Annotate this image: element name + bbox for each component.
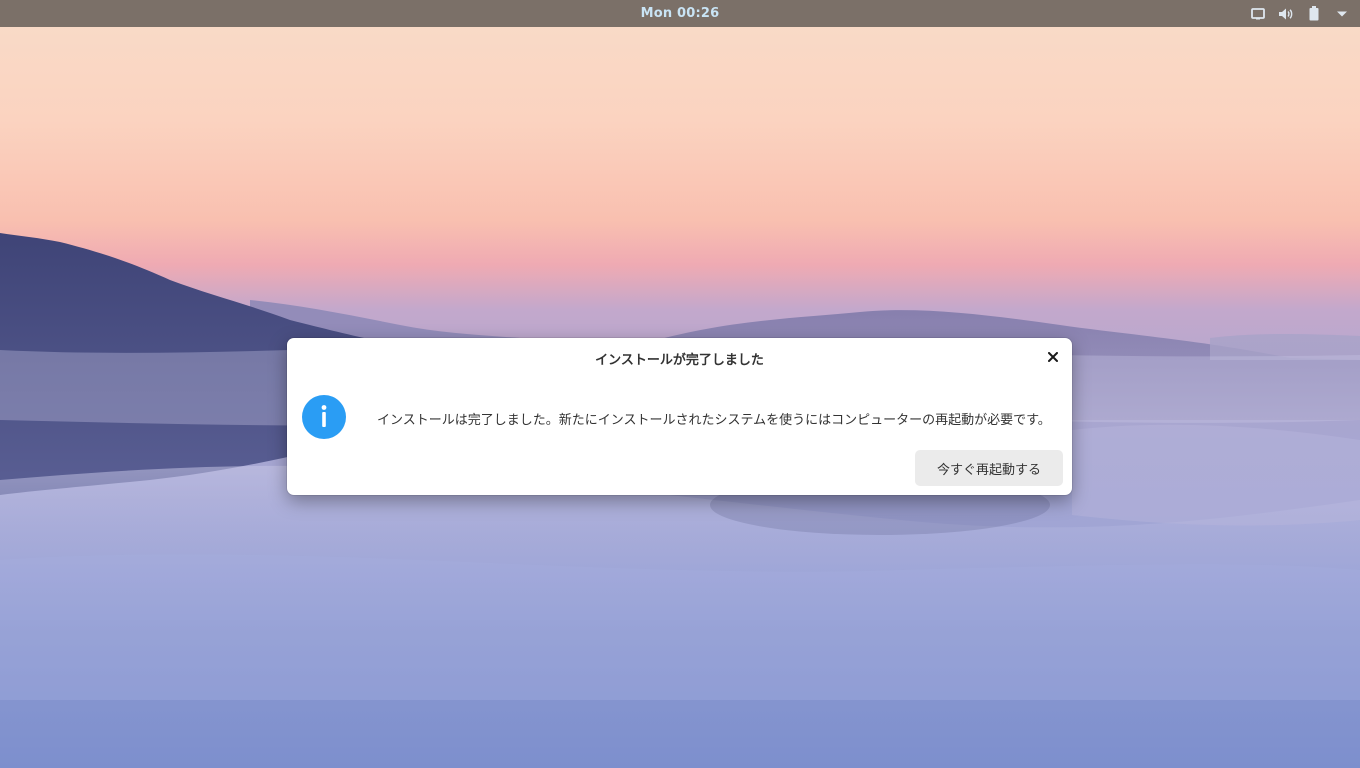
desktop-wallpaper: Mon 00:26 インストールが完了しました インストールは完了しました。新た… xyxy=(0,0,1360,768)
info-icon xyxy=(302,395,346,439)
clock[interactable]: Mon 00:26 xyxy=(0,0,1360,27)
display-icon[interactable] xyxy=(1250,6,1266,22)
dialog-message: インストールは完了しました。新たにインストールされたシステムを使うにはコンピュー… xyxy=(377,413,1051,428)
close-button[interactable] xyxy=(1044,348,1062,366)
install-complete-dialog: インストールが完了しました インストールは完了しました。新たにインストールされた… xyxy=(287,338,1072,495)
volume-icon[interactable] xyxy=(1278,6,1294,22)
top-panel: Mon 00:26 xyxy=(0,0,1360,27)
restart-now-button[interactable]: 今すぐ再起動する xyxy=(915,450,1063,486)
dialog-title: インストールが完了しました xyxy=(595,353,764,368)
close-icon xyxy=(1048,352,1058,362)
menu-arrow-icon[interactable] xyxy=(1334,6,1350,22)
battery-icon[interactable] xyxy=(1306,6,1322,22)
system-tray xyxy=(1250,0,1350,27)
